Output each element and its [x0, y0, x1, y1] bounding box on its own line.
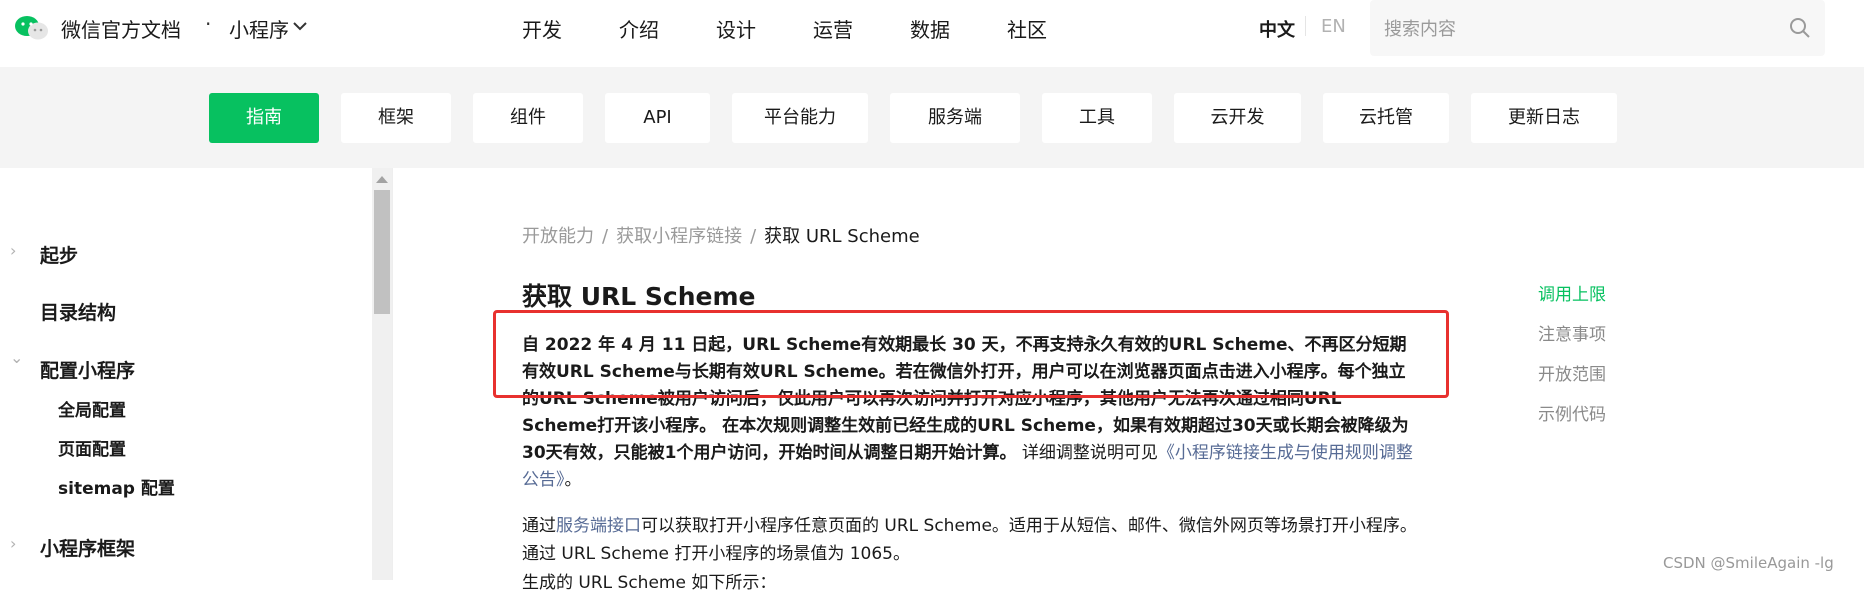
breadcrumb-item[interactable]: 开放能力 — [522, 226, 594, 247]
lang-chinese[interactable]: 中文 — [1259, 16, 1295, 42]
scrollbar-thumb[interactable] — [374, 190, 390, 314]
subnav-button[interactable]: 组件 — [473, 93, 583, 143]
subnav-button[interactable]: 框架 — [341, 93, 451, 143]
chevron-right-icon[interactable]: › — [10, 534, 16, 553]
sidebar-item-page-config[interactable]: 页面配置 — [58, 435, 126, 460]
wechat-logo-icon[interactable] — [14, 14, 50, 42]
highlight-annotation-box — [493, 310, 1449, 398]
breadcrumb: 开放能力 / 获取小程序链接 / 获取 URL Scheme — [522, 222, 920, 248]
subnav-button[interactable]: 云托管 — [1323, 93, 1449, 143]
nav-item-intro[interactable]: 介绍 — [619, 14, 716, 43]
brand-separator: · — [205, 12, 212, 36]
sidebar-divider — [392, 168, 393, 580]
chevron-right-icon[interactable]: › — [10, 241, 16, 260]
subnav-button[interactable]: 服务端 — [890, 93, 1020, 143]
intro-paragraph: 通过服务端接口可以获取打开小程序任意页面的 URL Scheme。适用于从短信、… — [522, 512, 1422, 568]
subnav-button[interactable]: API — [605, 93, 710, 143]
scroll-up-arrow-icon[interactable] — [376, 176, 388, 183]
subnav-button[interactable]: 平台能力 — [732, 93, 868, 143]
chevron-down-icon[interactable]: ⌄ — [10, 348, 23, 367]
notice-end-text: 。 — [564, 470, 582, 490]
search-input[interactable] — [1382, 0, 1786, 58]
chevron-down-icon[interactable] — [293, 22, 307, 31]
nav-item-dev[interactable]: 开发 — [522, 14, 619, 43]
search-box — [1370, 0, 1825, 58]
main-nav: 开发 介绍 设计 运营 数据 社区 — [522, 14, 1104, 43]
sidebar-item-global-config[interactable]: 全局配置 — [58, 396, 126, 421]
breadcrumb-current: 获取 URL Scheme — [764, 226, 920, 247]
toc-item-notes[interactable]: 注意事项 — [1538, 320, 1606, 360]
sidebar-item-sitemap-config[interactable]: sitemap 配置 — [58, 474, 175, 499]
csdn-watermark: CSDN @SmileAgain -lg — [1663, 554, 1834, 572]
lang-english[interactable]: EN — [1321, 16, 1346, 37]
sidebar-item-start[interactable]: 起步 — [40, 241, 78, 268]
sidebar: › 起步 目录结构 ⌄ 配置小程序 全局配置 页面配置 sitemap 配置 ›… — [0, 168, 372, 580]
notice-detail-text: 详细调整说明可见 — [1016, 443, 1158, 463]
breadcrumb-separator: / — [602, 226, 609, 247]
top-header: 微信官方文档 · 小程序 开发 介绍 设计 运营 数据 社区 中文 EN — [0, 0, 1864, 58]
scheme-example-caption: 生成的 URL Scheme 如下所示： — [522, 573, 777, 593]
sidebar-item-config[interactable]: 配置小程序 — [40, 356, 135, 383]
subnav-button[interactable]: 工具 — [1042, 93, 1152, 143]
nav-item-data[interactable]: 数据 — [910, 14, 1007, 43]
toc-item-sample-code[interactable]: 示例代码 — [1538, 400, 1606, 440]
breadcrumb-item[interactable]: 获取小程序链接 — [616, 226, 742, 247]
subnav: 指南 框架 组件 API 平台能力 服务端 工具 云开发 云托管 更新日志 — [209, 93, 1639, 143]
product-switcher[interactable]: 小程序 — [229, 14, 289, 43]
subnav-button[interactable]: 云开发 — [1174, 93, 1301, 143]
toc-item-call-limit[interactable]: 调用上限 — [1538, 280, 1606, 320]
brand-title[interactable]: 微信官方文档 — [61, 14, 181, 43]
lang-divider — [1305, 16, 1306, 36]
sidebar-item-structure[interactable]: 目录结构 — [40, 298, 116, 325]
search-icon[interactable] — [1789, 17, 1811, 39]
subnav-button[interactable]: 更新日志 — [1471, 93, 1617, 143]
toc-item-open-scope[interactable]: 开放范围 — [1538, 360, 1606, 400]
subnav-button[interactable]: 指南 — [209, 93, 319, 143]
sidebar-item-framework[interactable]: 小程序框架 — [40, 534, 135, 561]
nav-item-community[interactable]: 社区 — [1007, 14, 1104, 43]
nav-item-operation[interactable]: 运营 — [813, 14, 910, 43]
intro-prefix: 通过 — [522, 516, 556, 536]
intro-text: 可以获取打开小程序任意页面的 URL Scheme。适用于从短信、邮件、微信外网… — [522, 516, 1417, 564]
page-title: 获取 URL Scheme — [522, 282, 756, 311]
nav-item-design[interactable]: 设计 — [716, 14, 813, 43]
table-of-contents: 调用上限 注意事项 开放范围 示例代码 — [1538, 280, 1606, 440]
server-api-link[interactable]: 服务端接口 — [556, 516, 641, 536]
breadcrumb-separator: / — [750, 226, 757, 247]
